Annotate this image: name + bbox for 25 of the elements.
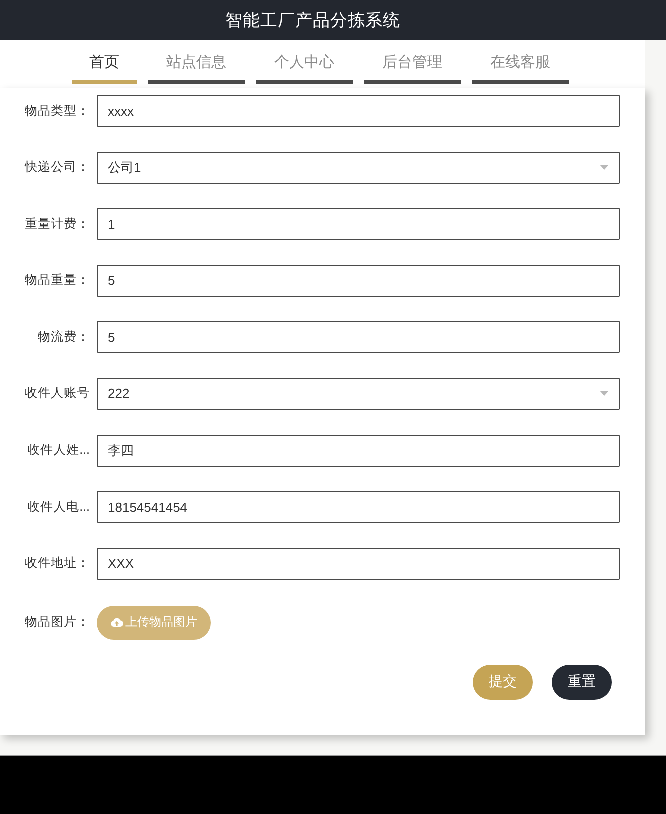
input-field[interactable]: 18154541454 <box>97 491 620 524</box>
field-label: 重量计费： <box>25 216 90 233</box>
select-field[interactable]: 公司1 <box>97 152 620 184</box>
input-field[interactable]: xxxx <box>97 95 620 127</box>
field-label: 物品图片： <box>25 614 90 632</box>
reset-button[interactable]: 重置 <box>552 664 612 700</box>
field-label: 收件人姓... <box>28 442 90 460</box>
cloud-upload-icon <box>110 618 122 628</box>
field-label: 收件地址： <box>25 555 90 572</box>
input-field[interactable]: XXX <box>97 548 620 580</box>
field-label: 收件人电... <box>28 498 90 516</box>
input-field[interactable]: 1 <box>97 208 620 240</box>
nav-tab[interactable]: 首页 <box>72 40 137 84</box>
caret-down-icon <box>600 165 609 170</box>
field-label: 物品重量： <box>25 272 90 290</box>
app-title: 智能工厂产品分拣系统 <box>226 10 400 32</box>
field-label: 物品类型： <box>25 102 90 120</box>
field-label: 收件人账号 <box>25 385 90 402</box>
input-field[interactable]: 李四 <box>97 434 620 467</box>
input-field[interactable]: 5 <box>97 321 620 354</box>
field-label: 快递公司： <box>25 159 90 176</box>
caret-down-icon <box>600 391 609 396</box>
input-field[interactable]: 5 <box>97 264 620 297</box>
select-field[interactable]: 222 <box>97 378 620 410</box>
field-label: 物流费： <box>38 328 90 346</box>
